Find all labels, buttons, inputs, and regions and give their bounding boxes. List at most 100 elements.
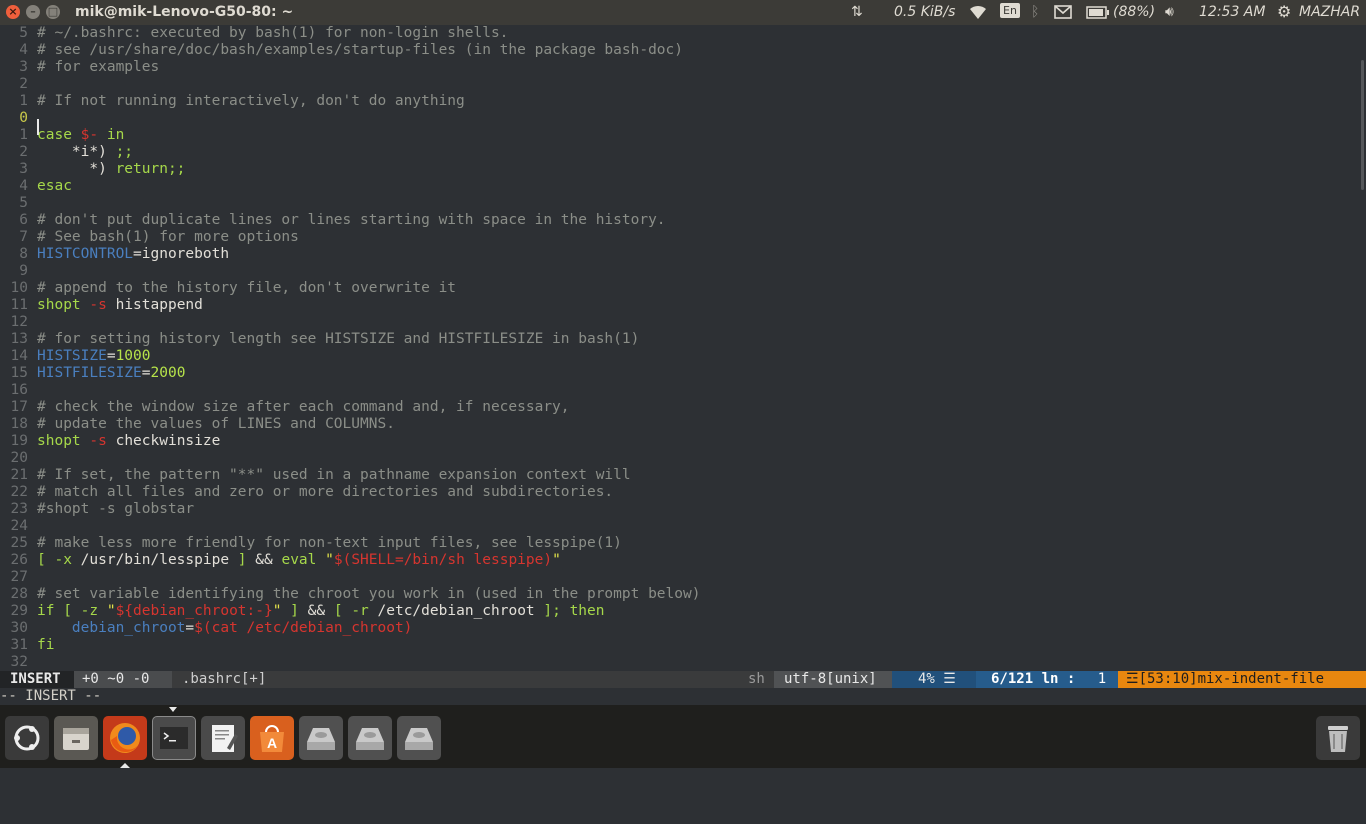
code-line[interactable]: 19 shopt -s checkwinsize (0, 433, 1358, 450)
user-name[interactable]: MAZHAR (1299, 4, 1360, 20)
code-token: " (106, 603, 116, 619)
code-line[interactable]: 0 (0, 110, 1358, 127)
bluetooth-icon[interactable]: ᛒ (1031, 4, 1039, 20)
firefox-icon[interactable] (103, 716, 147, 760)
line-text: # If not running interactively, don't do… (37, 93, 465, 110)
maximize-window-button[interactable]: □ (46, 5, 60, 19)
code-token: [ -r (333, 603, 378, 619)
code-line[interactable]: 4 esac (0, 178, 1358, 195)
line-text: if [ -z "${debian_chroot:-}" ] && [ -r /… (37, 603, 605, 620)
code-line[interactable]: 9 (0, 263, 1358, 280)
code-token: ] (237, 552, 256, 568)
terminal-icon[interactable] (152, 716, 196, 760)
warning-text: [53:10]mix-indent-file (1138, 671, 1324, 687)
code-line[interactable]: 1 case $- in (0, 127, 1358, 144)
code-line[interactable]: 32 (0, 654, 1358, 671)
net-speed[interactable]: 0.5 KiB/s (894, 4, 955, 20)
minimize-window-button[interactable]: – (26, 5, 40, 19)
line-text: HISTSIZE=1000 (37, 348, 151, 365)
code-line[interactable]: 10 # append to the history file, don't ov… (0, 280, 1358, 297)
drive-icon[interactable] (397, 716, 441, 760)
launcher-dock: A (0, 705, 1366, 768)
warning-icon: ☲ (1126, 671, 1139, 687)
text-editor-icon[interactable] (201, 716, 245, 760)
code-line[interactable]: 24 (0, 518, 1358, 535)
code-line[interactable]: 8 HISTCONTROL=ignoreboth (0, 246, 1358, 263)
code-line[interactable]: 22 # match all files and zero or more dir… (0, 484, 1358, 501)
trash-icon[interactable] (1316, 716, 1360, 760)
code-line[interactable]: 27 (0, 569, 1358, 586)
scrollbar-thumb[interactable] (1361, 60, 1364, 190)
code-line[interactable]: 7 # See bash(1) for more options (0, 229, 1358, 246)
whitespace-warning: ☲[53:10]mix-indent-file (1118, 671, 1366, 688)
code-line[interactable]: 11 shopt -s histappend (0, 297, 1358, 314)
code-token: # ~/.bashrc: executed by bash(1) for non… (37, 25, 509, 41)
clock[interactable]: 12:53 AM (1199, 4, 1265, 20)
code-line[interactable]: 1 # If not running interactively, don't d… (0, 93, 1358, 110)
code-line[interactable]: 28 # set variable identifying the chroot … (0, 586, 1358, 603)
line-number: 19 (10, 433, 28, 449)
code-line[interactable]: 3 # for examples (0, 59, 1358, 76)
code-line[interactable]: 20 (0, 450, 1358, 467)
code-line[interactable]: 25 # make less more friendly for non-text… (0, 535, 1358, 552)
vim-editor[interactable]: 5 # ~/.bashrc: executed by bash(1) for no… (0, 25, 1358, 671)
line-text: debian_chroot=$(cat /etc/debian_chroot) (37, 620, 412, 637)
gear-icon[interactable]: ⚙ (1277, 2, 1291, 21)
scrollbar[interactable] (1358, 25, 1366, 671)
code-token: = (141, 365, 151, 381)
code-token: -s (89, 297, 107, 313)
mail-icon[interactable] (1054, 5, 1072, 23)
code-token: shopt (37, 433, 90, 449)
drive-icon[interactable] (299, 716, 343, 760)
code-token: ] (281, 603, 308, 619)
code-line[interactable]: 3 *) return;; (0, 161, 1358, 178)
close-window-button[interactable]: × (6, 5, 20, 19)
code-line[interactable]: 23 #shopt -s globstar (0, 501, 1358, 518)
wifi-icon[interactable] (968, 3, 988, 25)
code-line[interactable]: 15 HISTFILESIZE=2000 (0, 365, 1358, 382)
code-line[interactable]: 13 # for setting history length see HISTS… (0, 331, 1358, 348)
network-transfer-icon[interactable]: ⇅ (851, 4, 863, 20)
line-number: 20 (10, 450, 28, 466)
drive-icon[interactable] (348, 716, 392, 760)
code-line[interactable]: 18 # update the values of LINES and COLUM… (0, 416, 1358, 433)
command-line[interactable]: -- INSERT -- (0, 688, 1366, 705)
line-text: # match all files and zero or more direc… (37, 484, 613, 501)
code-line[interactable]: 2 *i*) ;; (0, 144, 1358, 161)
code-line[interactable]: 2 (0, 76, 1358, 93)
code-line[interactable]: 30 debian_chroot=$(cat /etc/debian_chroo… (0, 620, 1358, 637)
code-line[interactable]: 5 (0, 195, 1358, 212)
code-line[interactable]: 12 (0, 314, 1358, 331)
code-line[interactable]: 5 # ~/.bashrc: executed by bash(1) for no… (0, 25, 1358, 42)
ubuntu-logo-icon[interactable] (5, 716, 49, 760)
line-text: # see /usr/share/doc/bash/examples/start… (37, 42, 683, 59)
code-line[interactable]: 31 fi (0, 637, 1358, 654)
code-line[interactable]: 6 # don't put duplicate lines or lines st… (0, 212, 1358, 229)
terminal-focus-indicator (169, 707, 177, 712)
status-line: INSERT +0 ~0 -0 .bashrc[+] sh utf-8[unix… (0, 671, 1366, 688)
battery-icon[interactable] (1086, 6, 1110, 23)
code-token: ${debian_chroot:-} (115, 603, 273, 619)
line-text: # See bash(1) for more options (37, 229, 299, 246)
volume-icon[interactable]: 🔊︎ (1165, 4, 1174, 20)
code-line[interactable]: 16 (0, 382, 1358, 399)
code-line[interactable]: 29 if [ -z "${debian_chroot:-}" ] && [ -r… (0, 603, 1358, 620)
code-token: fi (37, 637, 55, 653)
keyboard-layout-indicator[interactable]: En (1000, 3, 1020, 18)
code-token: HISTCONTROL (37, 246, 134, 262)
code-line[interactable]: 21 # If set, the pattern "**" used in a p… (0, 467, 1358, 484)
line-number: 3 (19, 161, 28, 177)
battery-percent[interactable]: (88%) (1113, 4, 1155, 20)
code-token: # see /usr/share/doc/bash/examples/start… (37, 42, 684, 58)
line-number: 23 (10, 501, 28, 517)
files-icon[interactable] (54, 716, 98, 760)
line-number: 0 (19, 110, 28, 126)
code-line[interactable]: 4 # see /usr/share/doc/bash/examples/star… (0, 42, 1358, 59)
code-line[interactable]: 26 [ -x /usr/bin/lesspipe ] && eval "$(SH… (0, 552, 1358, 569)
code-token: eval (281, 552, 326, 568)
scroll-percent: 4% ☰ (892, 671, 976, 688)
mode-indicator: INSERT (0, 671, 74, 688)
software-center-icon[interactable]: A (250, 716, 294, 760)
code-line[interactable]: 17 # check the window size after each com… (0, 399, 1358, 416)
code-line[interactable]: 14 HISTSIZE=1000 (0, 348, 1358, 365)
